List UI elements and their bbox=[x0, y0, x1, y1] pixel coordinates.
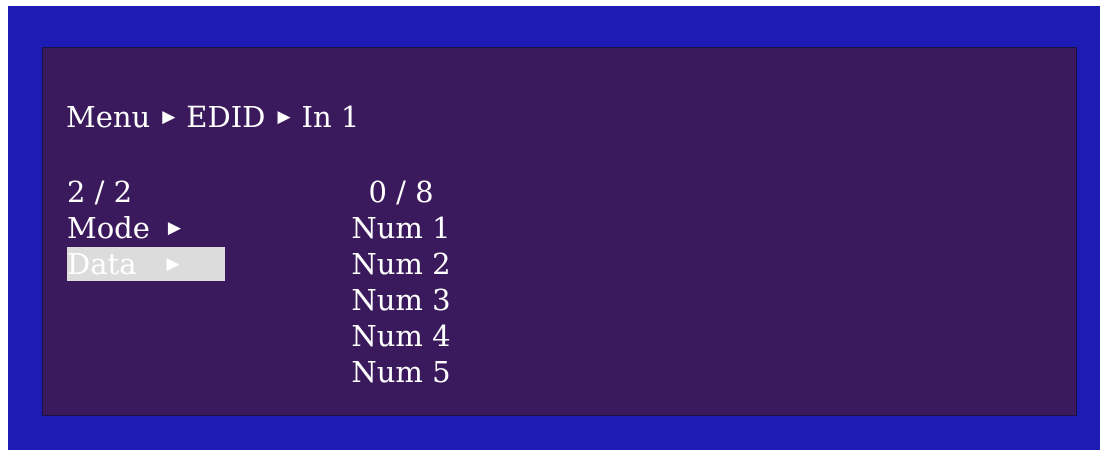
right-arrow-icon: ▶ bbox=[167, 218, 181, 238]
menu-item-mode-label: Mode bbox=[67, 211, 150, 245]
breadcrumb-arrow-icon: ▶ bbox=[277, 107, 291, 127]
menu-item-mode[interactable]: Mode ▶ bbox=[67, 210, 225, 246]
right-arrow-icon: ▶ bbox=[166, 254, 180, 274]
osd-frame: Menu ▶ EDID ▶ In 1 2 / 2 Mode ▶ Data ▶ 0 / 8 N… bbox=[8, 6, 1100, 450]
osd-panel: Menu ▶ EDID ▶ In 1 2 / 2 Mode ▶ Data ▶ 0 / 8 N… bbox=[42, 47, 1077, 416]
list-counter: 0 / 8 bbox=[368, 175, 434, 209]
breadcrumb: Menu ▶ EDID ▶ In 1 bbox=[66, 100, 359, 138]
list-item-num-4[interactable]: Num 4 bbox=[326, 318, 476, 354]
breadcrumb-arrow-icon: ▶ bbox=[162, 107, 176, 127]
breadcrumb-item-in1: In 1 bbox=[301, 100, 360, 134]
data-list: 0 / 8 Num 1 Num 2 Num 3 Num 4 Num 5 bbox=[326, 174, 476, 390]
list-item-num-1[interactable]: Num 1 bbox=[326, 210, 476, 246]
menu-item-data[interactable]: Data ▶ bbox=[67, 247, 225, 281]
left-menu: 2 / 2 Mode ▶ Data ▶ bbox=[67, 174, 225, 282]
list-item-num-5[interactable]: Num 5 bbox=[326, 354, 476, 390]
page-indicator: 2 / 2 bbox=[67, 175, 133, 209]
breadcrumb-item-menu[interactable]: Menu bbox=[66, 100, 150, 134]
list-item-num-3[interactable]: Num 3 bbox=[326, 282, 476, 318]
breadcrumb-item-edid[interactable]: EDID bbox=[186, 100, 265, 134]
menu-item-data-label: Data bbox=[67, 247, 137, 281]
list-item-num-2[interactable]: Num 2 bbox=[326, 246, 476, 282]
